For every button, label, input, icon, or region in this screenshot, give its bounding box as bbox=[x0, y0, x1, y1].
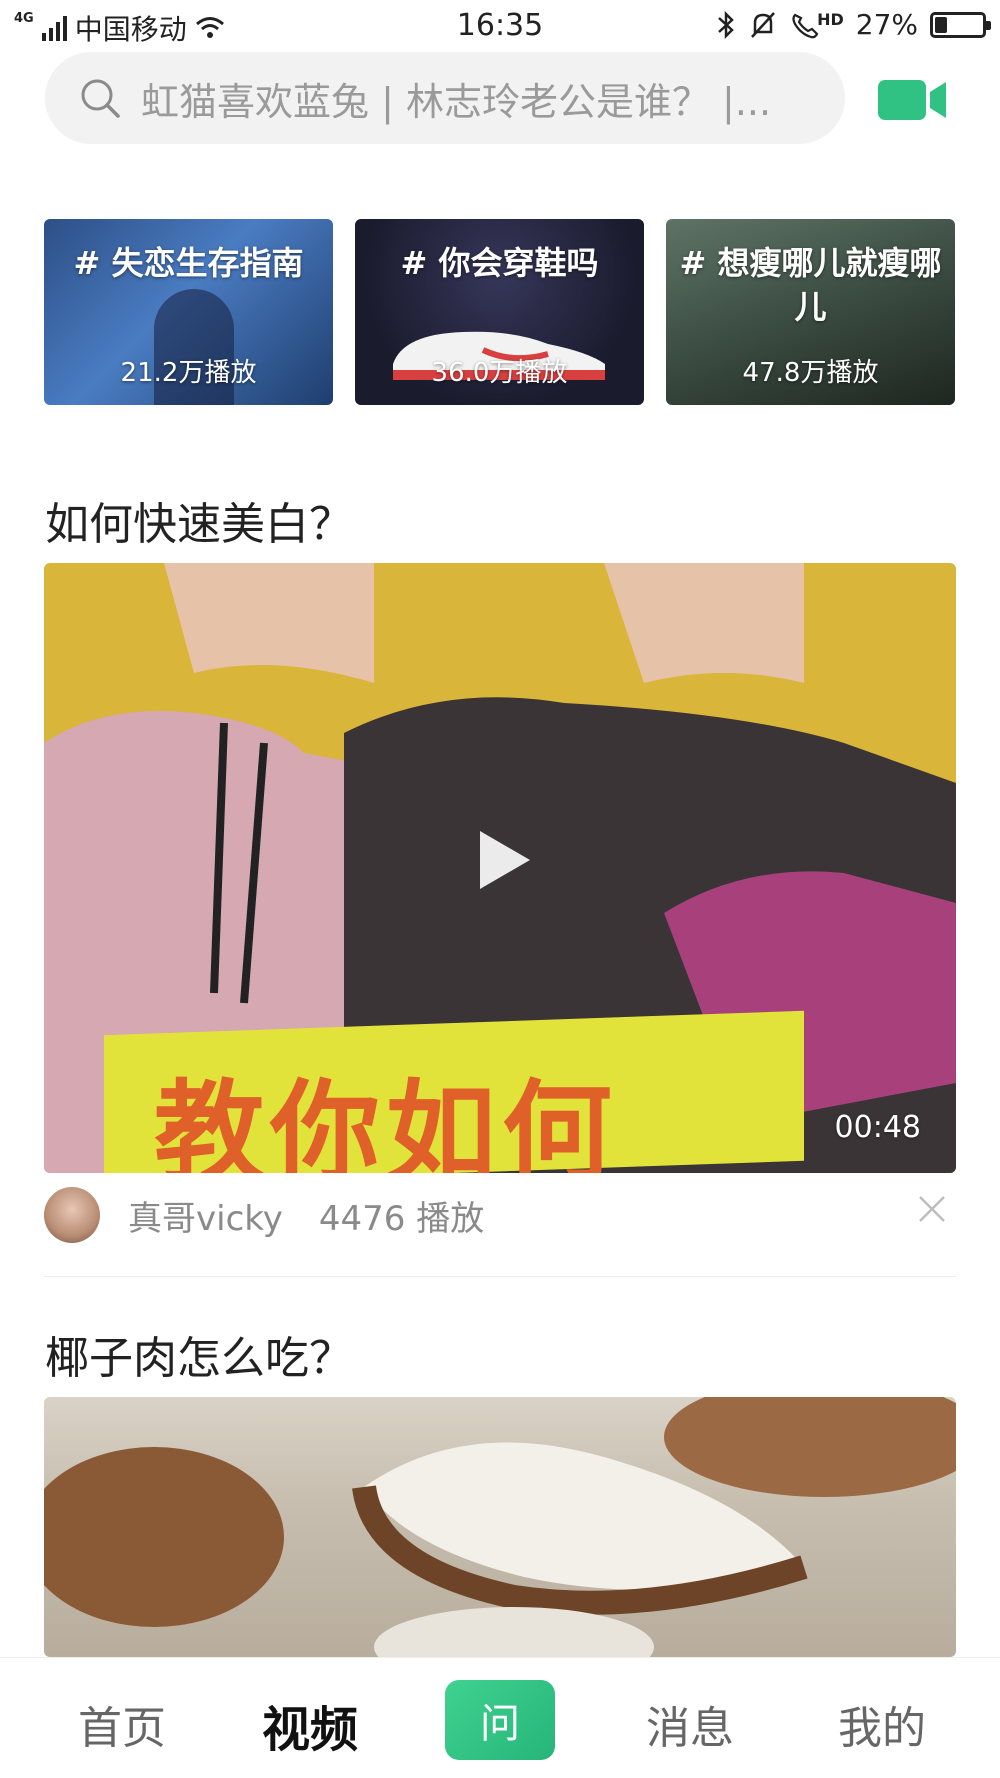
topic-plays: 36.0万播放 bbox=[431, 358, 568, 388]
video-meta: 真哥vicky 4476 播放 bbox=[44, 1185, 956, 1245]
video-camera-icon[interactable] bbox=[878, 76, 948, 124]
topic-card[interactable]: # 想瘦哪儿就瘦哪儿 47.8万播放 bbox=[666, 219, 955, 405]
nav-messages[interactable]: 消息 bbox=[646, 1692, 734, 1756]
topic-title: # 想瘦哪儿就瘦哪儿 bbox=[679, 244, 942, 326]
author-name[interactable]: 真哥vicky bbox=[128, 1191, 283, 1240]
topic-title: # 失恋生存指南 bbox=[73, 244, 304, 282]
bluetooth-icon bbox=[718, 10, 734, 39]
search-placeholder: 虹猫喜欢蓝兔 | 林志玲老公是谁？ |... bbox=[141, 79, 772, 124]
topic-list: # 失恋生存指南 21.2万播放 # 你会穿鞋吗 36.0万播放 # 想瘦哪儿就… bbox=[44, 219, 956, 405]
video-thumbnail[interactable]: 教你如何 00:48 bbox=[44, 563, 956, 1173]
question-title[interactable]: 如何快速美白？ bbox=[45, 488, 353, 552]
battery-icon bbox=[930, 11, 991, 38]
topic-title: # 你会穿鞋吗 bbox=[400, 244, 599, 282]
topic-plays: 47.8万播放 bbox=[742, 358, 879, 388]
play-icon[interactable] bbox=[474, 825, 534, 895]
play-count: 4476 播放 bbox=[318, 1198, 485, 1239]
video-thumbnail[interactable] bbox=[44, 1397, 956, 1657]
video-caption: 教你如何 bbox=[154, 1069, 618, 1173]
nav-mine[interactable]: 我的 bbox=[838, 1692, 926, 1756]
divider bbox=[44, 1276, 956, 1277]
battery-percent: 27% bbox=[855, 8, 918, 41]
close-icon[interactable] bbox=[918, 1195, 946, 1223]
nav-home[interactable]: 首页 bbox=[78, 1692, 166, 1756]
bottom-nav: 首页 视频 问 消息 我的 bbox=[0, 1657, 1000, 1778]
mute-bell-icon bbox=[751, 11, 776, 38]
topic-card[interactable]: # 失恋生存指南 21.2万播放 bbox=[44, 219, 333, 405]
video-duration: 00:48 bbox=[834, 1110, 921, 1145]
ask-label: 问 bbox=[480, 1701, 520, 1747]
avatar[interactable] bbox=[44, 1187, 100, 1243]
thumbnail-coconut bbox=[44, 1397, 956, 1657]
ask-button[interactable]: 问 bbox=[445, 1680, 555, 1760]
topic-card[interactable]: # 你会穿鞋吗 36.0万播放 bbox=[355, 219, 644, 405]
topic-plays: 21.2万播放 bbox=[120, 358, 257, 388]
hd-label: HD bbox=[817, 9, 844, 29]
search-bar[interactable]: 虹猫喜欢蓝兔 | 林志玲老公是谁？ |... bbox=[45, 52, 845, 144]
nav-video[interactable]: 视频 bbox=[262, 1690, 358, 1760]
status-bar: 4G 中国移动 16:35 HD 27% bbox=[0, 0, 1000, 52]
search-icon bbox=[81, 79, 120, 118]
question-title[interactable]: 椰子肉怎么吃？ bbox=[45, 1322, 353, 1386]
